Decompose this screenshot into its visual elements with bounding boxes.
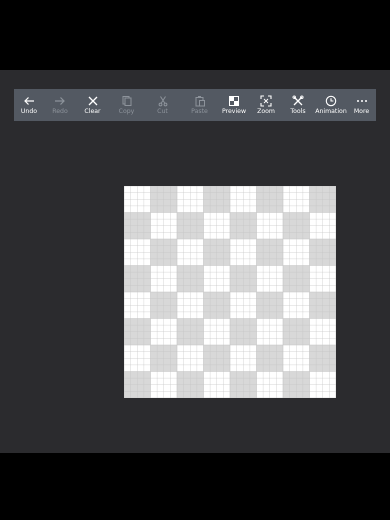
copy-label: Copy (118, 107, 135, 115)
x-icon (88, 96, 97, 105)
pixel-canvas[interactable] (124, 186, 336, 398)
preview-label: Preview (221, 107, 247, 115)
zoom-button[interactable]: Zoom (250, 89, 282, 121)
preview-button[interactable]: Preview (218, 89, 250, 121)
toolbar: Undo Redo Clear Copy Cut Paste Preview Z… (14, 89, 376, 121)
zoom-label: Zoom (257, 107, 275, 115)
cut-button[interactable]: Cut (144, 89, 181, 121)
arrow-right-icon (55, 96, 65, 105)
tools-icon (292, 94, 304, 105)
more-button[interactable]: More (348, 89, 375, 121)
tools-label: Tools (290, 107, 306, 115)
redo-label: Redo (52, 107, 68, 115)
tools-button[interactable]: Tools (282, 89, 314, 121)
zoom-icon (260, 94, 272, 107)
animation-label: Animation (315, 107, 347, 115)
more-icon (356, 99, 367, 102)
app-workspace: Undo Redo Clear Copy Cut Paste Preview Z… (0, 70, 390, 453)
redo-button[interactable]: Redo (44, 89, 76, 121)
clock-icon (325, 95, 337, 106)
copy-button[interactable]: Copy (109, 89, 144, 121)
more-label: More (353, 107, 370, 115)
clear-button[interactable]: Clear (76, 89, 109, 121)
paste-button[interactable]: Paste (181, 89, 218, 121)
cut-label: Cut (157, 107, 168, 115)
paste-icon (195, 95, 205, 106)
pixel-grid[interactable] (124, 186, 336, 398)
scissors-icon (158, 95, 167, 106)
undo-button[interactable]: Undo (14, 89, 44, 121)
copy-icon (122, 95, 131, 106)
animation-button[interactable]: Animation (314, 89, 348, 121)
arrow-left-icon (24, 96, 34, 105)
undo-label: Undo (20, 107, 38, 115)
paste-label: Paste (191, 107, 208, 115)
preview-icon (229, 95, 239, 106)
clear-label: Clear (84, 107, 101, 115)
